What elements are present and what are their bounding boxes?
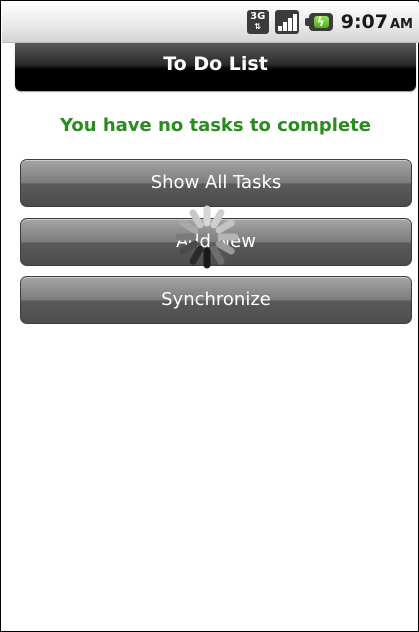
status-icons: 3G ⇅ ϟ 9:07 AM (246, 8, 413, 36)
show-all-tasks-button[interactable]: Show All Tasks (20, 159, 412, 207)
synchronize-button[interactable]: Synchronize (20, 276, 412, 324)
clock-time: 9:07 (340, 11, 388, 33)
status-bar: 3G ⇅ ϟ 9:07 AM (2, 2, 419, 43)
phone-screen: 3G ⇅ ϟ 9:07 AM To Do List You have no tas… (0, 0, 419, 632)
loading-spinner-icon (175, 205, 239, 269)
empty-tasks-message: You have no tasks to complete (60, 115, 371, 136)
app-title-bar: To Do List (15, 43, 416, 91)
status-clock: 9:07 AM (341, 11, 413, 33)
network-3g-icon: 3G ⇅ (246, 10, 269, 34)
data-arrows-icon: ⇅ (254, 22, 262, 31)
app-title: To Do List (163, 53, 268, 75)
signal-strength-icon (274, 10, 299, 34)
battery-charging-icon: ϟ (304, 11, 335, 33)
clock-ampm: AM (390, 17, 413, 32)
